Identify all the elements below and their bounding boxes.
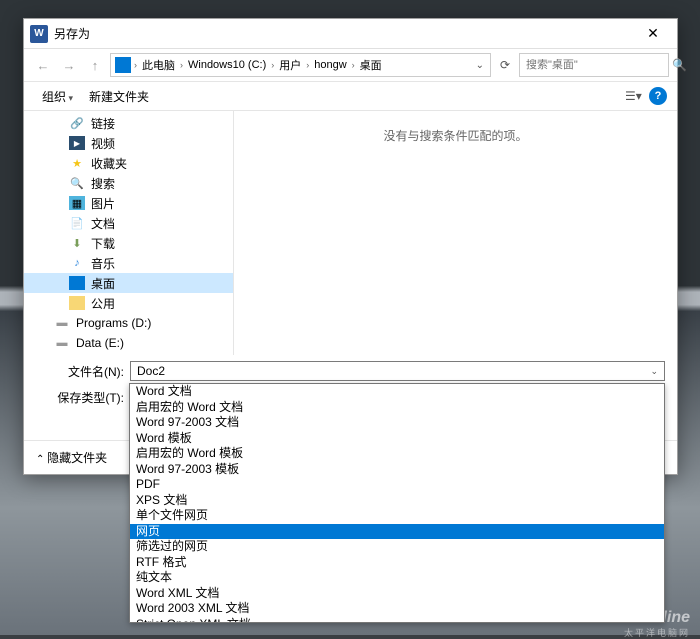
tree-item-label: 文档: [91, 215, 115, 232]
watermark-sub: 太平洋电脑网: [624, 626, 690, 639]
tree-item-label: 视频: [91, 135, 115, 152]
chevron-right-icon: ›: [179, 60, 184, 70]
breadcrumb[interactable]: › 此电脑 › Windows10 (C:) › 用户 › hongw › 桌面…: [110, 53, 491, 77]
search-icon: 🔍: [69, 176, 85, 190]
filetype-option[interactable]: Word XML 文档: [130, 586, 664, 602]
breadcrumb-segment[interactable]: 此电脑: [140, 57, 177, 73]
toolbar: 组织 新建文件夹 ☰▾ ?: [24, 81, 677, 111]
music-icon: ♪: [69, 256, 85, 270]
up-button[interactable]: ↑: [84, 54, 106, 76]
chevron-right-icon: ›: [351, 60, 356, 70]
tree-item-label: 公用: [91, 295, 115, 312]
filetype-option[interactable]: 启用宏的 Word 文档: [130, 400, 664, 416]
empty-message: 没有与搜索条件匹配的项。: [383, 127, 527, 144]
filetype-option[interactable]: Word 文档: [130, 384, 664, 400]
tree-item-doc[interactable]: 📄 文档: [24, 213, 233, 233]
breadcrumb-segment[interactable]: hongw: [312, 59, 348, 71]
tree-item-music[interactable]: ♪ 音乐: [24, 253, 233, 273]
tree-item-label: Programs (D:): [76, 316, 151, 330]
tree-item-drive[interactable]: ▬ Programs (D:): [24, 313, 233, 333]
tree-item-label: 下载: [91, 235, 115, 252]
doc-icon: 📄: [69, 216, 85, 230]
breadcrumb-segment[interactable]: 桌面: [358, 57, 384, 73]
tree-item-label: 收藏夹: [91, 155, 127, 172]
filetype-option[interactable]: 纯文本: [130, 570, 664, 586]
filetype-option[interactable]: Word 模板: [130, 431, 664, 447]
dialog-title: 另存为: [54, 25, 635, 42]
link-icon: 🔗: [69, 116, 85, 130]
tree-item-pic[interactable]: ▦ 图片: [24, 193, 233, 213]
desktop-icon: [69, 276, 85, 290]
back-button[interactable]: ←: [32, 54, 54, 76]
filetype-option[interactable]: 筛选过的网页: [130, 539, 664, 555]
pic-icon: ▦: [69, 196, 85, 210]
tree-item-link[interactable]: 🔗 链接: [24, 113, 233, 133]
filetype-option[interactable]: Strict Open XML 文档: [130, 617, 664, 624]
tree-item-label: 链接: [91, 115, 115, 132]
drive-icon: ▬: [54, 336, 70, 350]
chevron-right-icon: ›: [133, 60, 138, 70]
tree-item-dl[interactable]: ⬇ 下载: [24, 233, 233, 253]
tree-item-fav[interactable]: ★ 收藏夹: [24, 153, 233, 173]
folder-tree[interactable]: 🔗 链接 ▶ 视频 ★ 收藏夹 🔍 搜索 ▦ 图片 📄 文档 ⬇ 下载 ♪ 音乐桌面公用 ▬ Programs (…: [24, 111, 234, 355]
filetype-option[interactable]: 单个文件网页: [130, 508, 664, 524]
organize-button[interactable]: 组织: [34, 84, 81, 109]
filetype-option[interactable]: XPS 文档: [130, 493, 664, 509]
video-icon: ▶: [69, 136, 85, 150]
search-box[interactable]: 🔍: [519, 53, 669, 77]
tree-item-label: 图片: [91, 195, 115, 212]
word-app-icon: W: [30, 25, 48, 43]
filetype-option[interactable]: Word 97-2003 文档: [130, 415, 664, 431]
chevron-right-icon: ›: [270, 60, 275, 70]
filetype-option[interactable]: PDF: [130, 477, 664, 493]
content-area: 🔗 链接 ▶ 视频 ★ 收藏夹 🔍 搜索 ▦ 图片 📄 文档 ⬇ 下载 ♪ 音乐桌面公用 ▬ Programs (…: [24, 111, 677, 355]
tree-item-drive[interactable]: ▬ Data (E:): [24, 333, 233, 353]
drive-icon: ▬: [54, 316, 70, 330]
tree-item-label: 搜索: [91, 175, 115, 192]
tree-item-desktop[interactable]: 桌面: [24, 273, 233, 293]
file-list-pane: 没有与搜索条件匹配的项。: [234, 111, 677, 355]
filetype-label: 保存类型(T):: [36, 389, 130, 406]
forward-button[interactable]: →: [58, 54, 80, 76]
search-input[interactable]: [526, 59, 668, 71]
search-icon[interactable]: 🔍: [672, 58, 687, 72]
folder-icon: [69, 296, 85, 310]
chevron-down-icon[interactable]: ⌄: [474, 60, 486, 71]
close-button[interactable]: ✕: [635, 20, 671, 48]
filename-label: 文件名(N):: [36, 363, 130, 380]
chevron-down-icon[interactable]: ⌄: [650, 366, 658, 377]
breadcrumb-segment[interactable]: 用户: [277, 57, 303, 73]
new-folder-button[interactable]: 新建文件夹: [81, 84, 157, 109]
navigation-bar: ← → ↑ › 此电脑 › Windows10 (C:) › 用户 › hong…: [24, 49, 677, 81]
filetype-dropdown-list[interactable]: Word 文档启用宏的 Word 文档Word 97-2003 文档Word 模…: [129, 383, 665, 623]
filetype-option[interactable]: 启用宏的 Word 模板: [130, 446, 664, 462]
chevron-right-icon: ›: [305, 60, 310, 70]
refresh-button[interactable]: ⟳: [495, 55, 515, 75]
tree-item-video[interactable]: ▶ 视频: [24, 133, 233, 153]
tree-item-folder[interactable]: 公用: [24, 293, 233, 313]
breadcrumb-segment[interactable]: Windows10 (C:): [186, 59, 268, 71]
filename-value: Doc2: [137, 364, 165, 378]
view-options-icon[interactable]: ☰▾: [625, 89, 639, 103]
pc-icon: [115, 57, 131, 73]
dl-icon: ⬇: [69, 236, 85, 250]
filetype-option[interactable]: 网页: [130, 524, 664, 540]
filetype-option[interactable]: RTF 格式: [130, 555, 664, 571]
tree-item-label: Data (E:): [76, 336, 124, 350]
tree-item-label: 音乐: [91, 255, 115, 272]
hide-folders-button[interactable]: 隐藏文件夹: [36, 449, 107, 466]
titlebar: W 另存为 ✕: [24, 19, 677, 49]
fav-icon: ★: [69, 156, 85, 170]
tree-item-label: 桌面: [91, 275, 115, 292]
help-icon[interactable]: ?: [649, 87, 667, 105]
filename-input[interactable]: Doc2 ⌄: [130, 361, 665, 381]
filetype-option[interactable]: Word 97-2003 模板: [130, 462, 664, 478]
filetype-option[interactable]: Word 2003 XML 文档: [130, 601, 664, 617]
tree-item-search[interactable]: 🔍 搜索: [24, 173, 233, 193]
